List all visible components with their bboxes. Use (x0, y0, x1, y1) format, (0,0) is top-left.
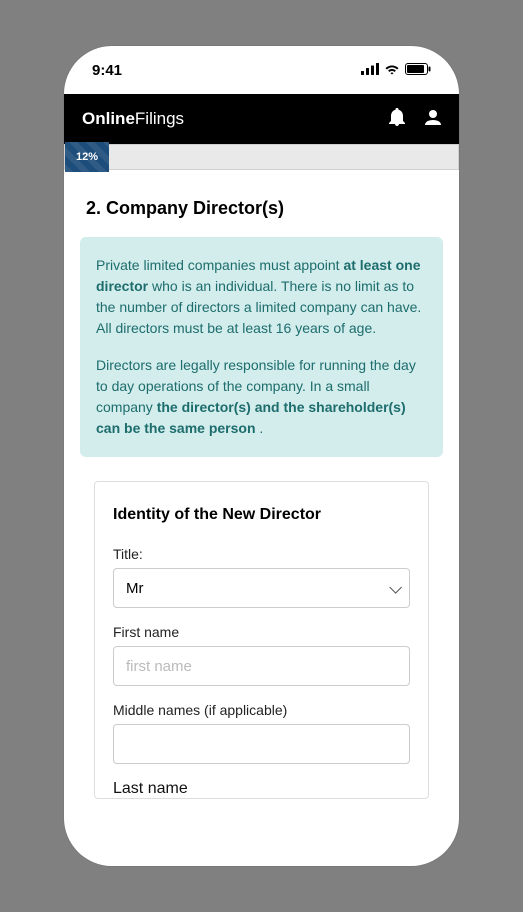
title-select[interactable]: Mr (113, 568, 410, 608)
middle-names-group: Middle names (if applicable) (113, 702, 410, 764)
first-name-group: First name (113, 624, 410, 686)
section-title: 2. Company Director(s) (86, 198, 443, 219)
first-name-input[interactable] (113, 646, 410, 686)
status-time: 9:41 (92, 62, 122, 79)
director-form-card: Identity of the New Director Title: Mr F… (94, 481, 429, 799)
form-card-title: Identity of the New Director (113, 506, 410, 524)
bell-icon[interactable] (389, 108, 405, 131)
signal-icon (361, 62, 379, 79)
phone-frame: 9:41 OnlineFilings 12% (64, 46, 459, 866)
status-indicators (361, 62, 431, 79)
brand-bold: Online (82, 109, 135, 128)
user-icon[interactable] (425, 109, 441, 130)
battery-icon (405, 62, 431, 79)
title-label: Title: (113, 546, 410, 562)
brand-light: Filings (135, 109, 184, 128)
progress-bar: 12% (64, 144, 459, 170)
wifi-icon (384, 62, 400, 79)
title-group: Title: Mr (113, 546, 410, 608)
first-name-label: First name (113, 624, 410, 640)
progress-badge: 12% (65, 142, 109, 172)
app-header: OnlineFilings (64, 94, 459, 144)
main-content: 2. Company Director(s) Private limited c… (64, 170, 459, 866)
info-paragraph-1: Private limited companies must appoint a… (96, 255, 427, 339)
brand-logo[interactable]: OnlineFilings (82, 109, 184, 129)
status-bar: 9:41 (64, 46, 459, 94)
info-box: Private limited companies must appoint a… (80, 237, 443, 457)
info-paragraph-2: Directors are legally responsible for ru… (96, 355, 427, 439)
last-name-label: Last name (113, 780, 410, 798)
middle-names-label: Middle names (if applicable) (113, 702, 410, 718)
middle-names-input[interactable] (113, 724, 410, 764)
header-actions (389, 108, 441, 131)
